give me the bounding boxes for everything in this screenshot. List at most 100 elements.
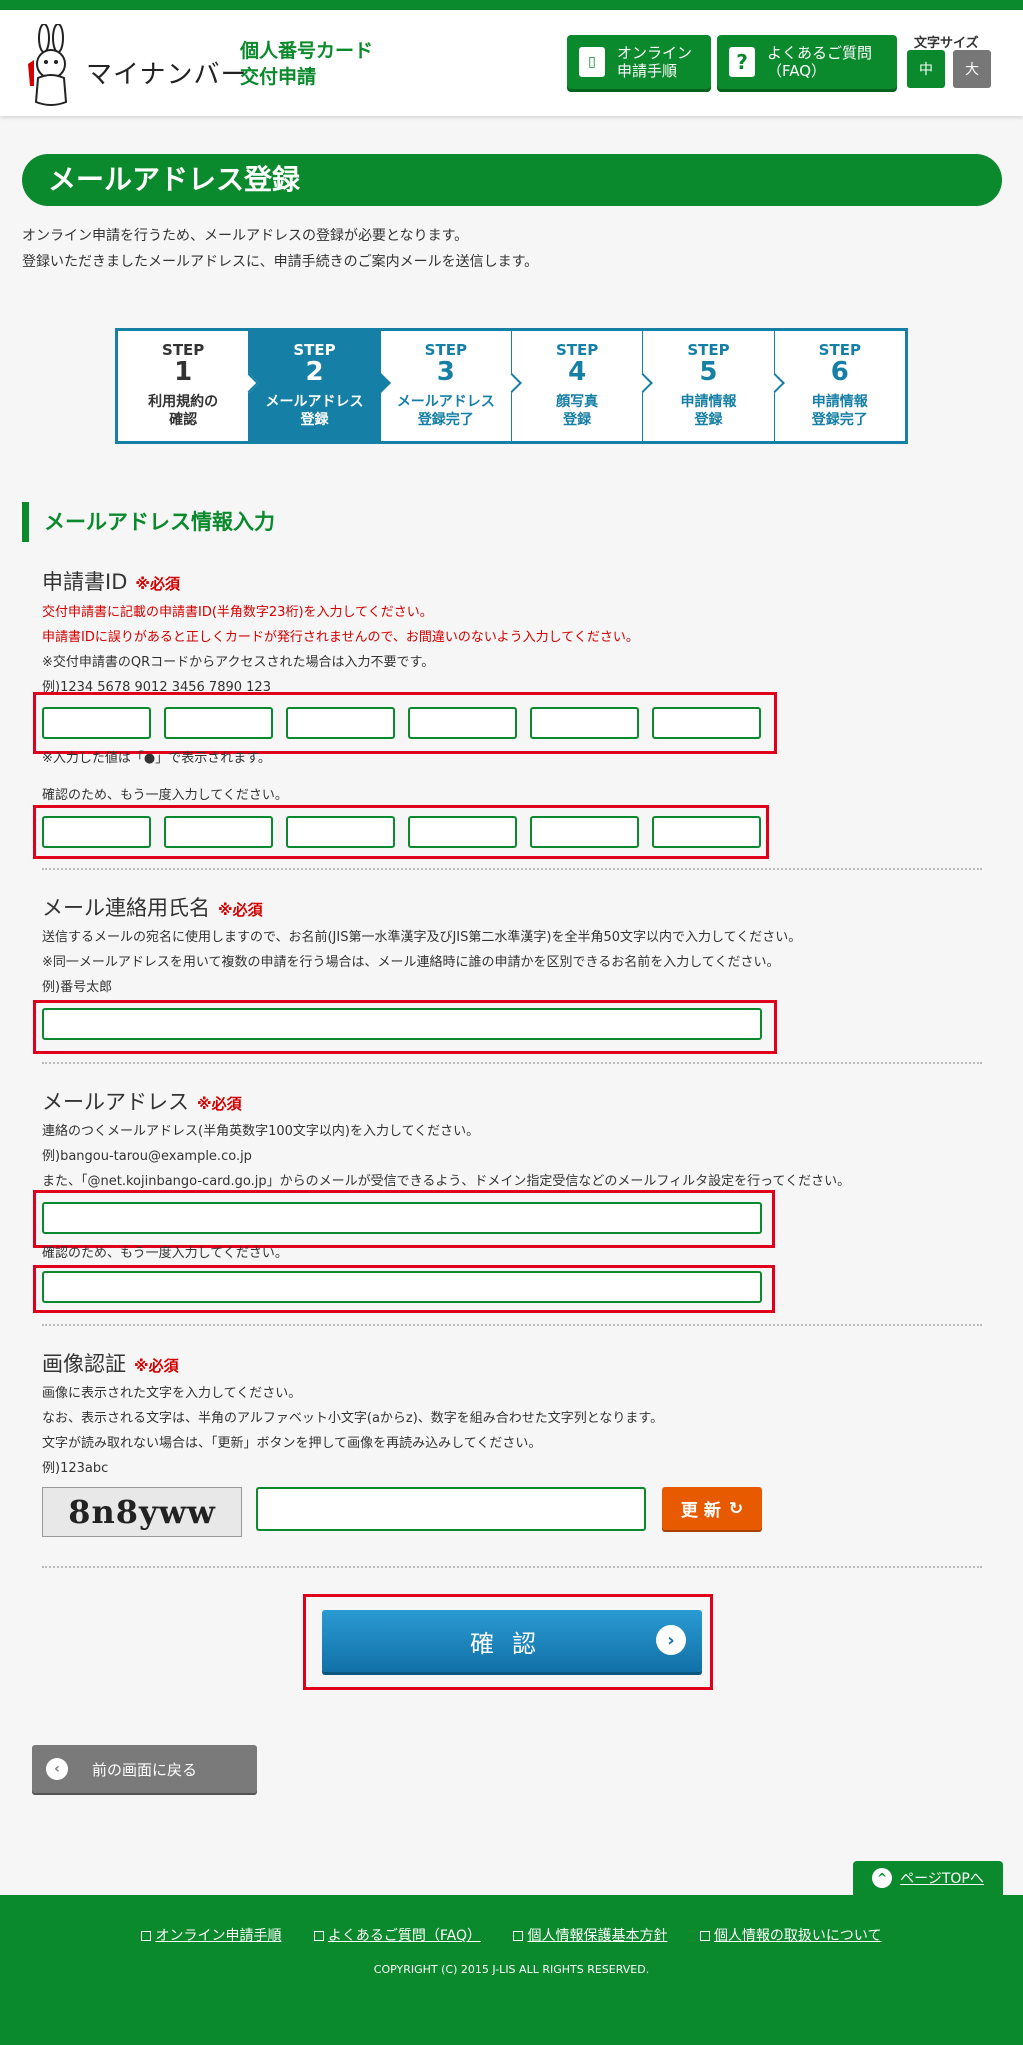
footer-link-privacy-handling[interactable]: 個人情報の取扱いについて xyxy=(699,1928,882,1944)
step-text: 利用規約の xyxy=(148,394,219,410)
captcha-note1: 画像に表示された文字を入力してください。 xyxy=(42,1386,302,1401)
required-badge: ※必須 xyxy=(197,1095,242,1113)
faq-btn-line1: よくあるご質問 xyxy=(767,44,873,62)
name-note2: ※同一メールアドレスを用いて複数の申請を行う場合は、メール連絡時に誰の申請かを区… xyxy=(42,955,780,970)
email-example: 例)bangou-tarou@example.co.jp xyxy=(42,1149,252,1164)
copyright: COPYRIGHT (C) 2015 J-LIS ALL RIGHTS RESE… xyxy=(373,1963,650,1976)
app-id-note1: 交付申請書に記載の申請書ID(半角数字23桁)を入力してください。 xyxy=(42,605,433,620)
app-id-field-2[interactable] xyxy=(164,707,273,739)
divider xyxy=(42,1566,982,1568)
section-heading: メールアドレス情報入力 xyxy=(22,502,275,542)
back-label: 前の画面に戻る xyxy=(92,1760,198,1779)
divider xyxy=(42,1062,982,1064)
intro-text: オンライン申請を行うため、メールアドレスの登録が必要となります。 登録いただきま… xyxy=(22,223,538,275)
name-label: メール連絡用氏名 xyxy=(42,896,210,920)
online-btn-line2: 申請手順 xyxy=(617,62,678,80)
step-number: 2 xyxy=(305,357,324,387)
name-input[interactable] xyxy=(42,1008,762,1040)
step-indicator: STEP 1 利用規約の 確認 STEP 2 メールアドレス 登録 STEP 3 メ… xyxy=(115,328,908,444)
refresh-icon: ↻ xyxy=(728,1498,744,1519)
page-top-label: ページTOPへ xyxy=(900,1871,984,1887)
app-id-confirm-field-4[interactable] xyxy=(408,816,517,848)
step-number: 4 xyxy=(568,357,587,387)
email-title: メールアドレス ※必須 xyxy=(42,1086,242,1116)
name-note1: 送信するメールの宛名に使用しますので、お名前(JIS第一水準漢字及びJIS第二水… xyxy=(42,930,802,945)
step-text: 登録完了 xyxy=(811,412,868,428)
app-id-confirm-field-1[interactable] xyxy=(42,816,151,848)
footer-link-online[interactable]: オンライン申請手順 xyxy=(141,1928,281,1944)
app-id-field-5[interactable] xyxy=(530,707,639,739)
app-id-label: 申請書ID xyxy=(42,570,128,594)
app-id-note3: ※交付申請書のQRコードからアクセスされた場合は入力不要です。 xyxy=(42,655,435,670)
top-bar xyxy=(0,0,1023,10)
required-badge: ※必須 xyxy=(135,575,180,593)
chevron-left-icon: ‹ xyxy=(46,1758,68,1780)
intro-line1: オンライン申請を行うため、メールアドレスの登録が必要となります。 xyxy=(22,228,469,244)
footer-link-privacy-policy[interactable]: 個人情報保護基本方針 xyxy=(513,1928,667,1944)
app-id-confirm-field-3[interactable] xyxy=(286,816,395,848)
step-text: 登録完了 xyxy=(417,412,474,428)
external-link-icon xyxy=(513,1931,524,1941)
external-link-icon xyxy=(699,1931,710,1941)
email-confirm-input[interactable] xyxy=(42,1271,762,1303)
name-example: 例)番号太郎 xyxy=(42,980,113,995)
site-header: マイナンバー 個人番号カード 交付申請 ▯ オンライン 申請手順 ? よくあるご… xyxy=(0,10,1023,116)
chevron-right-icon: › xyxy=(656,1625,686,1655)
app-id-confirm-field-2[interactable] xyxy=(164,816,273,848)
divider xyxy=(42,868,982,870)
captcha-title: 画像認証 ※必須 xyxy=(42,1348,179,1378)
email-input[interactable] xyxy=(42,1202,762,1234)
divider xyxy=(42,1324,982,1326)
font-size-label: 文字サイズ xyxy=(914,36,979,51)
refresh-button[interactable]: 更 新 ↻ xyxy=(662,1487,762,1530)
subtitle-line2: 交付申請 xyxy=(240,66,317,88)
step-5: STEP 5 申請情報 登録 xyxy=(643,331,785,441)
step-text: 申請情報 xyxy=(680,394,737,410)
font-size-large-button[interactable]: 大 xyxy=(953,50,991,88)
chevron-up-icon: ^ xyxy=(872,1868,893,1888)
email-note1: 連絡のつくメールアドレス(半角英数字100文字以内)を入力してください。 xyxy=(42,1124,480,1139)
app-id-field-4[interactable] xyxy=(408,707,517,739)
app-id-title: 申請書ID ※必須 xyxy=(42,566,180,596)
app-id-confirm-field-5[interactable] xyxy=(530,816,639,848)
footer-link-text: 個人情報の取扱いについて xyxy=(713,1928,882,1944)
app-id-field-6[interactable] xyxy=(652,707,761,739)
email-confirm-note: 確認のため、もう一度入力してください。 xyxy=(42,1246,288,1261)
name-title: メール連絡用氏名 ※必須 xyxy=(42,892,263,922)
app-id-field-3[interactable] xyxy=(286,707,395,739)
app-id-confirm-field-6[interactable] xyxy=(652,816,761,848)
captcha-example: 例)123abc xyxy=(42,1461,109,1476)
back-button[interactable]: ‹ 前の画面に戻る xyxy=(32,1745,257,1793)
email-label: メールアドレス xyxy=(42,1090,189,1114)
mascot-logo-icon xyxy=(28,24,68,106)
book-icon: ▯ xyxy=(579,47,605,77)
step-number: 3 xyxy=(436,357,455,387)
captcha-input[interactable] xyxy=(256,1487,646,1531)
question-icon: ? xyxy=(729,47,755,77)
footer-link-text: オンライン申請手順 xyxy=(155,1928,282,1944)
footer-link-text: よくあるご質問（FAQ） xyxy=(327,1928,482,1944)
step-number: 1 xyxy=(174,357,193,387)
confirm-button[interactable]: 確認 › xyxy=(322,1610,702,1672)
online-btn-line1: オンライン xyxy=(617,44,693,62)
required-badge: ※必須 xyxy=(134,1357,179,1375)
external-link-icon xyxy=(141,1931,152,1941)
step-1: STEP 1 利用規約の 確認 xyxy=(118,331,260,441)
faq-btn-line2: （FAQ） xyxy=(767,62,827,80)
captcha-note3: 文字が読み取れない場合は、「更新」ボタンを押して画像を再読み込みしてください。 xyxy=(42,1436,542,1451)
step-number: 6 xyxy=(830,357,849,387)
footer-link-text: 個人情報保護基本方針 xyxy=(527,1928,668,1944)
step-text: 確認 xyxy=(169,412,198,428)
faq-button[interactable]: ? よくあるご質問 （FAQ） xyxy=(717,35,897,89)
footer-link-faq[interactable]: よくあるご質問（FAQ） xyxy=(313,1928,482,1944)
font-size-medium-button[interactable]: 中 xyxy=(907,50,945,88)
refresh-label: 更 新 xyxy=(680,1501,721,1521)
step-text: メールアドレス xyxy=(265,394,364,410)
required-badge: ※必須 xyxy=(218,901,263,919)
online-procedure-button[interactable]: ▯ オンライン 申請手順 xyxy=(567,35,711,89)
app-id-field-1[interactable] xyxy=(42,707,151,739)
external-link-icon xyxy=(313,1931,324,1941)
step-number: 5 xyxy=(699,357,718,387)
step-text: 顔写真 xyxy=(556,394,599,410)
page-top-button[interactable]: ^ ページTOPへ xyxy=(853,1861,1003,1895)
